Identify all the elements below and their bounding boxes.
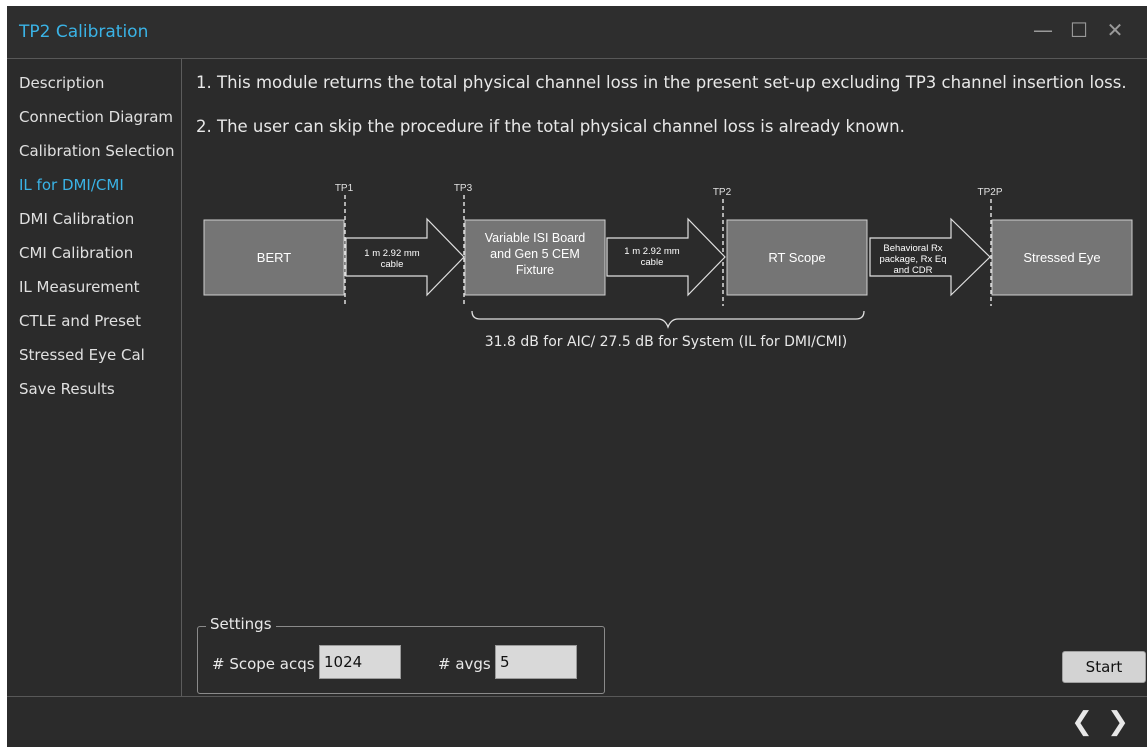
tp3-label: TP3: [454, 183, 473, 194]
isi-board-label-line-1: Variable ISI Board: [485, 231, 586, 245]
scope-acqs-input[interactable]: [319, 645, 401, 679]
rt-scope-label: RT Scope: [768, 250, 825, 265]
sidebar-item-save-results[interactable]: Save Results: [19, 380, 115, 398]
stressed-eye-label: Stressed Eye: [1023, 250, 1100, 265]
sidebar-item-il-measurement[interactable]: IL Measurement: [19, 278, 140, 296]
sidebar-item-cmi-calibration[interactable]: CMI Calibration: [19, 244, 133, 262]
footer-bar: ❮ ❯: [7, 696, 1147, 747]
rx-arrow-line-2: package, Rx Eq: [879, 254, 946, 265]
rx-arrow-line-3: and CDR: [893, 265, 932, 276]
description-line-2: 2. The user can skip the procedure if th…: [196, 117, 905, 136]
isi-board-label-line-3: Fixture: [516, 263, 554, 277]
avgs-label: # avgs: [438, 655, 491, 673]
settings-legend: Settings: [206, 615, 276, 633]
start-button[interactable]: Start: [1062, 651, 1146, 683]
calibration-window: TP2 Calibration — ☐ ✕ Description Connec…: [7, 6, 1147, 747]
sidebar-item-il-for-dmi-cmi[interactable]: IL for DMI/CMI: [19, 176, 124, 194]
sidebar-item-stressed-eye-cal[interactable]: Stressed Eye Cal: [19, 346, 145, 364]
cable-arrow-2-line-1: 1 m 2.92 mm: [624, 246, 680, 257]
settings-group: Settings # Scope acqs # avgs: [197, 615, 605, 694]
sidebar-item-ctle-and-preset[interactable]: CTLE and Preset: [19, 312, 141, 330]
sidebar-item-dmi-calibration[interactable]: DMI Calibration: [19, 210, 134, 228]
tp1-label: TP1: [335, 183, 354, 194]
cable-arrow-2-line-2: cable: [641, 257, 664, 268]
tp2p-label: TP2P: [977, 187, 1002, 198]
sidebar-item-calibration-selection[interactable]: Calibration Selection: [19, 142, 175, 160]
scope-acqs-label: # Scope acqs: [212, 655, 315, 673]
avgs-input[interactable]: [495, 645, 577, 679]
main-panel: 1. This module returns the total physica…: [182, 59, 1147, 696]
cable-arrow-2: [606, 217, 726, 297]
channel-loss-label: 31.8 dB for AIC/ 27.5 dB for System (IL …: [485, 334, 848, 350]
channel-brace: [471, 310, 865, 329]
rx-arrow-line-1: Behavioral Rx: [883, 243, 942, 254]
connection-diagram: TP1 TP3 TP2 TP2P BERT Variable ISI Board…: [203, 183, 1133, 350]
sidebar-item-description[interactable]: Description: [19, 74, 104, 92]
window-title: TP2 Calibration: [19, 22, 149, 42]
maximize-button[interactable]: ☐: [1065, 16, 1093, 44]
minimize-button[interactable]: —: [1029, 16, 1057, 44]
cable-arrow-1-line-2: cable: [381, 259, 404, 270]
description-line-1: 1. This module returns the total physica…: [196, 73, 1127, 92]
sidebar-item-connection-diagram[interactable]: Connection Diagram: [19, 108, 173, 126]
next-arrow-icon[interactable]: ❯: [1106, 707, 1130, 737]
cable-arrow-1-line-1: 1 m 2.92 mm: [364, 248, 420, 259]
close-button[interactable]: ✕: [1101, 16, 1129, 44]
title-bar: TP2 Calibration — ☐ ✕: [7, 6, 1147, 59]
bert-label: BERT: [257, 250, 291, 265]
tp2-label: TP2: [713, 187, 732, 198]
isi-board-label-line-2: and Gen 5 CEM: [490, 247, 580, 261]
previous-arrow-icon[interactable]: ❮: [1070, 707, 1094, 737]
sidebar-nav: Description Connection Diagram Calibrati…: [7, 59, 182, 696]
